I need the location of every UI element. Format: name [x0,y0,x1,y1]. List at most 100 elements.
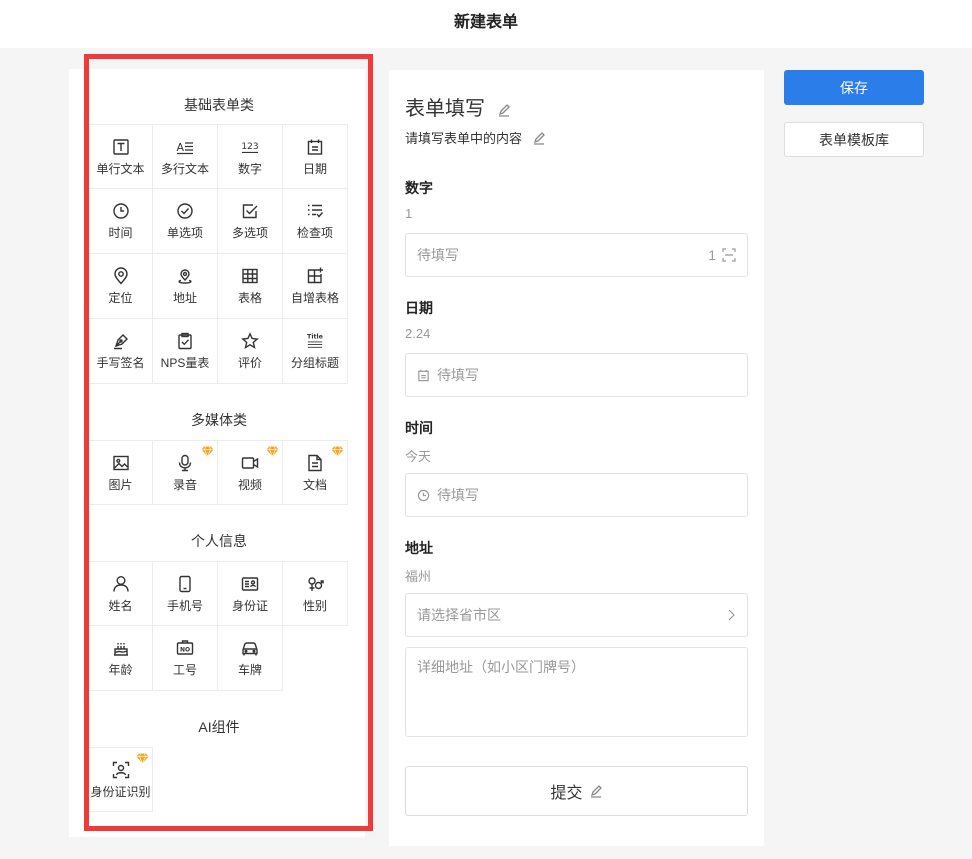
time-input[interactable]: 待填写 [405,473,748,517]
save-button-label: 保存 [840,79,868,96]
palette-section-title: AI组件 [198,719,240,735]
text-t-icon [111,137,131,157]
date-input-placeholder: 待填写 [437,367,479,383]
submit-button-label: 提交 [550,785,583,802]
edit-pencil-icon[interactable] [589,784,603,798]
scan-icon[interactable] [722,248,736,262]
palette-item-label: 分组标题 [290,356,339,370]
clock-icon [111,201,131,221]
palette-item[interactable]: 日期 [283,124,348,189]
palette-item-label: 图片 [108,477,133,492]
palette-item[interactable]: 多选项 [218,189,283,254]
multiline-text-icon: A [175,137,195,157]
date-field-hint: 2.24 [405,326,431,341]
page-header: 新建表单 [0,0,972,48]
palette-item[interactable]: 检查项 [283,189,348,254]
palette-item[interactable]: 图片 [88,440,153,505]
palette-item-label: 时间 [108,226,133,240]
palette-item[interactable]: 姓名 [88,561,153,626]
palette-item-label: 手写签名 [96,356,145,370]
save-button[interactable]: 保存 [784,70,924,105]
premium-diamond-icon [266,444,279,458]
form-title[interactable]: 表单填写 [405,92,511,121]
number-input[interactable]: 待填写 1 [405,233,748,277]
region-select[interactable]: 请选择省市区 [405,593,748,637]
palette-item-label: 车牌 [237,663,262,677]
calendar-icon [305,137,325,157]
palette-item[interactable]: NO 工号 [153,626,218,691]
palette-item-label: 身份证识别 [90,784,151,799]
calendar-icon [417,367,437,383]
palette-item[interactable]: 文档 [283,440,348,505]
palette-item[interactable]: 定位 [88,254,153,319]
edit-pencil-icon[interactable] [497,100,511,117]
palette-item[interactable]: 性别 [283,561,348,626]
premium-diamond-icon [136,751,149,765]
palette-section-title: 多媒体类 [191,412,247,428]
gender-icon [305,574,325,594]
svg-text:Title: Title [307,334,323,341]
palette-item-label: 评价 [237,356,262,370]
palette-item-label: 定位 [108,291,133,305]
palette-item[interactable]: 表格 [218,254,283,319]
template-library-button[interactable]: 表单模板库 [784,122,924,157]
form-subtitle[interactable]: 请填写表单中的内容 [405,128,546,147]
palette-item[interactable]: Title 分组标题 [283,319,348,384]
palette-item[interactable]: 时间 [88,189,153,254]
address-pin-icon [175,266,195,286]
palette-grid: 身份证识别 [88,747,349,812]
checkbox-icon [240,201,260,221]
palette-item[interactable]: 评价 [218,319,283,384]
video-camera-icon [240,453,260,473]
palette-item[interactable]: 身份证识别 [88,747,153,812]
premium-diamond-icon [201,444,214,458]
car-icon [240,638,260,658]
palette-item-label: 多行文本 [160,161,209,176]
date-input[interactable]: 待填写 [405,353,748,397]
table-icon [240,266,260,286]
palette-item-label: 自增表格 [290,291,339,305]
submit-button[interactable]: 提交 [405,766,748,816]
palette-grid: 单行文本 A 多行文本 123 数字 日期时间 单选项 多选项 检查项定位 地址 表格 自增表格手写签… [88,124,349,384]
palette-item-label: 多选项 [231,226,268,240]
palette-item[interactable]: NPS量表 [153,319,218,384]
svg-text:NO: NO [180,647,190,654]
edit-pencil-icon[interactable] [532,131,546,145]
palette-item-label: 单选项 [166,226,203,240]
image-icon [111,453,131,473]
address-field-label: 地址 [405,540,433,556]
palette-item[interactable]: 视频 [218,440,283,505]
palette-item[interactable]: 单选项 [153,189,218,254]
id-scan-icon [111,760,131,780]
palette-item[interactable]: 手写签名 [88,319,153,384]
title-icon: Title [305,331,325,351]
palette-item[interactable]: 单行文本 [88,124,153,189]
palette-section-title: 个人信息 [191,533,247,549]
palette-item[interactable]: 手机号 [153,561,218,626]
palette-item[interactable]: 自增表格 [283,254,348,319]
person-icon [111,574,131,594]
palette-item[interactable]: 身份证 [218,561,283,626]
form-title-text: 表单填写 [405,98,485,120]
birthday-cake-icon [111,638,131,658]
palette-item[interactable]: A 多行文本 [153,124,218,189]
svg-text:A: A [177,141,185,154]
palette-item-label: NPS量表 [160,356,210,370]
palette-item[interactable]: 年龄 [88,626,153,691]
radio-check-icon [175,201,195,221]
palette-item-label: 姓名 [108,598,133,613]
region-select-placeholder: 请选择省市区 [417,607,501,623]
time-input-placeholder: 待填写 [437,487,479,503]
svg-text:123: 123 [241,142,258,152]
palette-item-label: 日期 [302,161,327,176]
palette-item[interactable]: 车牌 [218,626,283,691]
checklist-icon [305,201,325,221]
address-detail-textarea[interactable]: 详细地址（如小区门牌号） [405,647,748,737]
premium-diamond-icon [331,444,344,458]
palette-grid: 图片 录音 视频 文档 [88,440,349,505]
palette-item[interactable]: 地址 [153,254,218,319]
palette-item[interactable]: 录音 [153,440,218,505]
palette-item-label: 地址 [172,291,197,305]
palette-item[interactable]: 123 数字 [218,124,283,189]
palette-item-label: 工号 [172,663,197,677]
